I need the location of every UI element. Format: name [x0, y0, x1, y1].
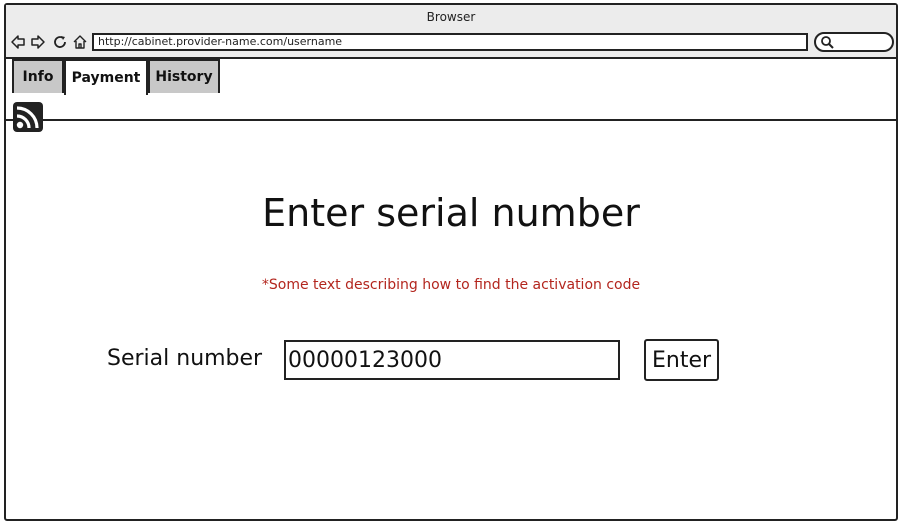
activation-hint: *Some text describing how to find the ac…	[261, 277, 641, 293]
search-icon	[821, 36, 834, 49]
page-title: Enter serial number	[262, 191, 640, 235]
tab-info[interactable]: Info	[12, 59, 64, 93]
window-title: Browser	[426, 10, 476, 24]
address-bar-row: http://cabinet.provider-name.com/usernam…	[6, 29, 896, 59]
serial-number-label: Serial number	[107, 346, 263, 371]
back-arrow-icon[interactable]	[10, 34, 26, 50]
home-icon[interactable]	[72, 34, 88, 50]
tab-bar: Info Payment History	[6, 57, 896, 95]
serial-number-input[interactable]	[284, 340, 620, 380]
rss-icon[interactable]	[12, 101, 44, 133]
forward-arrow-icon[interactable]	[30, 34, 46, 50]
browser-window: Browser http://cabinet.provider-name.com…	[4, 3, 898, 521]
reload-icon[interactable]	[52, 34, 68, 50]
tab-payment[interactable]: Payment	[64, 59, 148, 95]
title-bar: Browser	[6, 5, 896, 29]
tab-history[interactable]: History	[148, 59, 220, 93]
browser-search-box[interactable]	[814, 32, 894, 52]
enter-button[interactable]: Enter	[644, 339, 719, 381]
page-toolbar	[6, 93, 896, 132]
url-field[interactable]: http://cabinet.provider-name.com/usernam…	[92, 33, 808, 51]
